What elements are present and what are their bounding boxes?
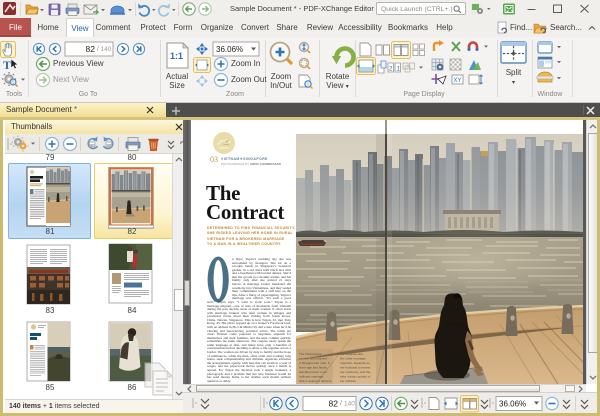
svg-text:82: 82 bbox=[329, 399, 339, 409]
svg-text:migrants, depends on: migrants, depends on bbox=[340, 361, 370, 365]
svg-text:like other marriage: like other marriage bbox=[340, 357, 366, 361]
svg-text:her residency, and the: her residency, and the bbox=[340, 370, 371, 374]
svg-text:her husband to renew: her husband to renew bbox=[340, 366, 371, 370]
svg-text:standing factor in an: standing factor in an bbox=[299, 370, 327, 374]
svg-text:140: 140 bbox=[101, 46, 112, 53]
svg-text:140: 140 bbox=[344, 401, 355, 408]
svg-text:/: / bbox=[340, 401, 342, 408]
svg-text:learn age and family: learn age and family bbox=[299, 366, 327, 370]
svg-text:ordinary marriage.: ordinary marriage. bbox=[299, 375, 324, 379]
svg-text:36.06%: 36.06% bbox=[499, 400, 526, 409]
svg-text:/: / bbox=[97, 46, 99, 53]
svg-text:She is asked to discuss: She is asked to discuss bbox=[299, 379, 332, 383]
svg-text:The Vietnamese: The Vietnamese bbox=[299, 352, 322, 356]
svg-text:90: 90 bbox=[107, 142, 112, 147]
svg-text:90: 90 bbox=[90, 142, 95, 147]
svg-text:her because she,: her because she, bbox=[340, 352, 364, 356]
svg-text:risks losing custody of: risks losing custody of bbox=[340, 375, 370, 379]
svg-text:82: 82 bbox=[86, 44, 96, 54]
svg-text:women who married: women who married bbox=[299, 357, 327, 361]
svg-text:1:1: 1:1 bbox=[170, 51, 183, 61]
svg-text:her children.: her children. bbox=[340, 379, 357, 383]
svg-text:XY: XY bbox=[454, 78, 462, 84]
svg-text:T: T bbox=[3, 58, 11, 72]
svg-text:a Singaporean man. It: a Singaporean man. It bbox=[299, 361, 330, 365]
svg-text:36.06%: 36.06% bbox=[216, 45, 243, 54]
